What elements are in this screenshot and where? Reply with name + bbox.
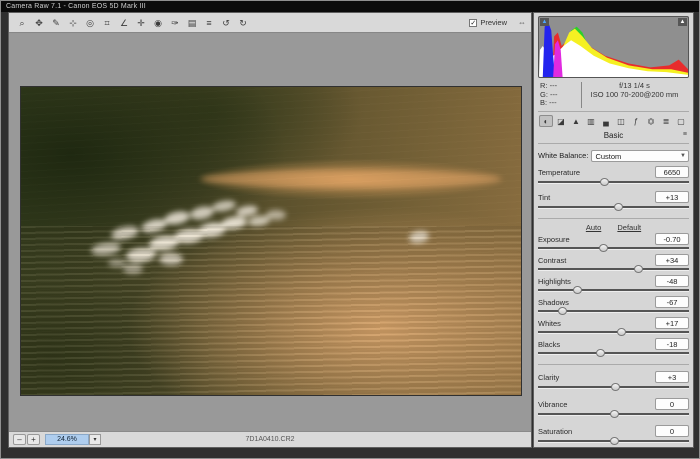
slider-value-field[interactable]: +3 [655, 371, 689, 383]
slider-row: Exposure -0.70 [538, 234, 689, 253]
tab-snapshots[interactable]: ▢ [674, 115, 688, 127]
rotate-right-tool[interactable]: ↻ [235, 15, 251, 30]
tab-effects[interactable]: ƒ [629, 115, 643, 127]
rotate-left-tool[interactable]: ↺ [218, 15, 234, 30]
histogram-plot [539, 17, 689, 77]
slider-track[interactable] [538, 352, 689, 355]
slider-thumb[interactable] [599, 244, 608, 252]
slider-row: Shadows -67 [538, 297, 689, 316]
panel-title: Basic ≡ [538, 129, 689, 144]
slider-value-field[interactable]: -0.70 [655, 233, 689, 245]
slider-row: Highlights -48 [538, 276, 689, 295]
slider-value-field[interactable]: +34 [655, 254, 689, 266]
slider-thumb[interactable] [573, 286, 582, 294]
slider-row: Clarity +3 [538, 372, 689, 392]
slider-track[interactable] [538, 413, 689, 416]
tab-basic[interactable]: ◐ [539, 115, 553, 127]
slider-value-field[interactable]: 6650 [655, 166, 689, 178]
slider-value-field[interactable]: -48 [655, 275, 689, 287]
color-sampler-tool[interactable]: ⊹ [65, 15, 81, 30]
slider-thumb[interactable] [610, 437, 619, 445]
highlight-clipping-warning[interactable]: ▲ [678, 18, 687, 26]
graduated-filter-tool[interactable]: ▤ [184, 15, 200, 30]
tab-camera-calibration[interactable]: ⏣ [644, 115, 658, 127]
slider-track[interactable] [538, 247, 689, 250]
crop-tool[interactable]: ⌗ [99, 15, 115, 30]
slider-thumb[interactable] [634, 265, 643, 273]
panel-tabs: ◐ ◪ ▲ ▥ ▄ ◫ ƒ ⏣ ≣ ▢ [538, 112, 689, 129]
spot-removal-tool[interactable]: ✛ [133, 15, 149, 30]
slider-thumb[interactable] [617, 328, 626, 336]
slider-track[interactable] [538, 310, 689, 313]
hand-tool[interactable]: ✥ [31, 15, 47, 30]
slider-track[interactable] [538, 331, 689, 334]
camera-raw-window: Camera Raw 7.1 - Canon EOS 5D Mark III ⌕… [0, 0, 700, 459]
shadow-clipping-warning[interactable]: ▲ [540, 18, 549, 26]
slider-track[interactable] [538, 206, 689, 209]
fullscreen-toggle-icon[interactable]: ⇔ [518, 18, 526, 27]
histogram: ▲ ▲ [538, 16, 689, 78]
image-viewer: ⌕ ✥ ✎ ⊹ ◎ ⌗ ∠ ✛ [8, 12, 532, 448]
preview-label: Preview [480, 18, 507, 27]
default-link[interactable]: Default [617, 223, 641, 232]
rgb-b-value: B: --- [540, 99, 581, 108]
tab-tone-curve[interactable]: ◪ [554, 115, 568, 127]
panel-menu-icon[interactable]: ≡ [683, 131, 687, 138]
slider-thumb[interactable] [614, 203, 623, 211]
slider-row: Whites +17 [538, 318, 689, 337]
slider-track[interactable] [538, 440, 689, 443]
slider-value-field[interactable]: +17 [655, 317, 689, 329]
slider-track[interactable] [538, 181, 689, 184]
white-balance-label: White Balance: [538, 151, 588, 160]
slider-value-field[interactable]: -18 [655, 338, 689, 350]
slider-row: Saturation 0 [538, 426, 689, 446]
viewer-status-bar: – + 24.6% ▾ 7D1A0410.CR2 [9, 431, 531, 447]
slider-thumb[interactable] [610, 410, 619, 418]
slider-thumb[interactable] [611, 383, 620, 391]
slider-row: Tint +13 [538, 192, 689, 212]
tool-bar: ⌕ ✥ ✎ ⊹ ◎ ⌗ ∠ ✛ [9, 13, 531, 33]
slider-row: Vibrance 0 [538, 399, 689, 419]
filename-label: 7D1A0410.CR2 [9, 436, 531, 443]
tab-presets[interactable]: ≣ [659, 115, 673, 127]
slider-value-field[interactable]: -67 [655, 296, 689, 308]
preferences-tool[interactable]: ≡ [201, 15, 217, 30]
slider-row: Temperature 6650 [538, 167, 689, 187]
white-balance-tool[interactable]: ✎ [48, 15, 64, 30]
white-balance-select[interactable]: Custom ▼ [591, 150, 689, 162]
chevron-down-icon: ▼ [680, 151, 686, 162]
slider-value-field[interactable]: +13 [655, 191, 689, 203]
slider-track[interactable] [538, 386, 689, 389]
adjustment-brush-tool[interactable]: ✑ [167, 15, 183, 30]
water-streaks [21, 226, 521, 395]
targeted-adjustment-tool[interactable]: ◎ [82, 15, 98, 30]
slider-track[interactable] [538, 289, 689, 292]
tab-split-toning[interactable]: ▄ [599, 115, 613, 127]
slider-thumb[interactable] [558, 307, 567, 315]
tab-lens-corrections[interactable]: ◫ [614, 115, 628, 127]
slider-thumb[interactable] [596, 349, 605, 357]
zoom-tool[interactable]: ⌕ [14, 15, 30, 30]
tab-detail[interactable]: ▲ [569, 115, 583, 127]
tab-hsl-grayscale[interactable]: ▥ [584, 115, 598, 127]
slider-row: Blacks -18 [538, 339, 689, 358]
adjustments-panel: ▲ ▲ R: --- G: --- B: --- f/13 1/4 s ISO … [533, 12, 694, 448]
slider-value-field[interactable]: 0 [655, 398, 689, 410]
photo-preview[interactable] [20, 86, 522, 396]
red-eye-tool[interactable]: ◉ [150, 15, 166, 30]
preview-checkbox[interactable]: ✓ [469, 19, 477, 27]
iso-focal-label: ISO 100 70-200@200 mm [582, 91, 687, 100]
exif-readout: R: --- G: --- B: --- f/13 1/4 s ISO 100 … [538, 78, 689, 112]
auto-link[interactable]: Auto [586, 223, 601, 232]
straighten-tool[interactable]: ∠ [116, 15, 132, 30]
slider-track[interactable] [538, 268, 689, 271]
slider-row: Contrast +34 [538, 255, 689, 274]
slider-thumb[interactable] [600, 178, 609, 186]
canvas-area [9, 34, 531, 431]
slider-value-field[interactable]: 0 [655, 425, 689, 437]
window-title: Camera Raw 7.1 - Canon EOS 5D Mark III [1, 1, 699, 12]
